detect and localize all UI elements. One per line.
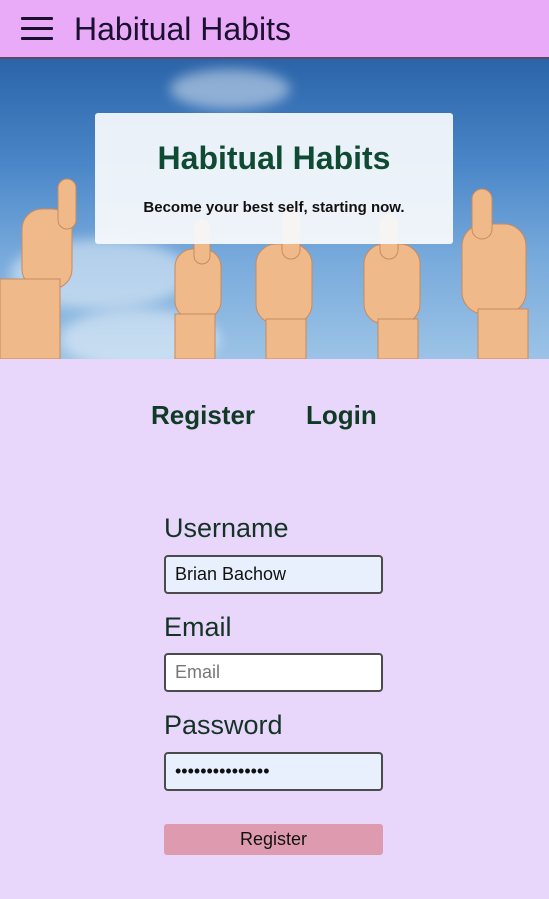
hero-subtitle: Become your best self, starting now. bbox=[143, 199, 405, 216]
email-field[interactable] bbox=[164, 653, 383, 692]
hero-card: Habitual Habits Become your best self, s… bbox=[95, 113, 453, 244]
hero-title: Habitual Habits bbox=[157, 140, 391, 176]
auth-tabs: Register Login bbox=[0, 400, 549, 434]
hero-banner: Habitual Habits Become your best self, s… bbox=[0, 59, 549, 359]
menu-icon[interactable] bbox=[21, 17, 53, 41]
password-field[interactable] bbox=[164, 752, 383, 791]
tab-login[interactable]: Login bbox=[306, 400, 377, 431]
app-title: Habitual Habits bbox=[74, 11, 291, 47]
username-field[interactable] bbox=[164, 555, 383, 594]
password-label: Password bbox=[164, 710, 283, 740]
top-app-bar: Habitual Habits bbox=[0, 0, 549, 59]
username-label: Username bbox=[164, 513, 289, 543]
email-label: Email bbox=[164, 612, 232, 642]
register-button[interactable]: Register bbox=[164, 824, 383, 855]
tab-register[interactable]: Register bbox=[151, 400, 255, 431]
